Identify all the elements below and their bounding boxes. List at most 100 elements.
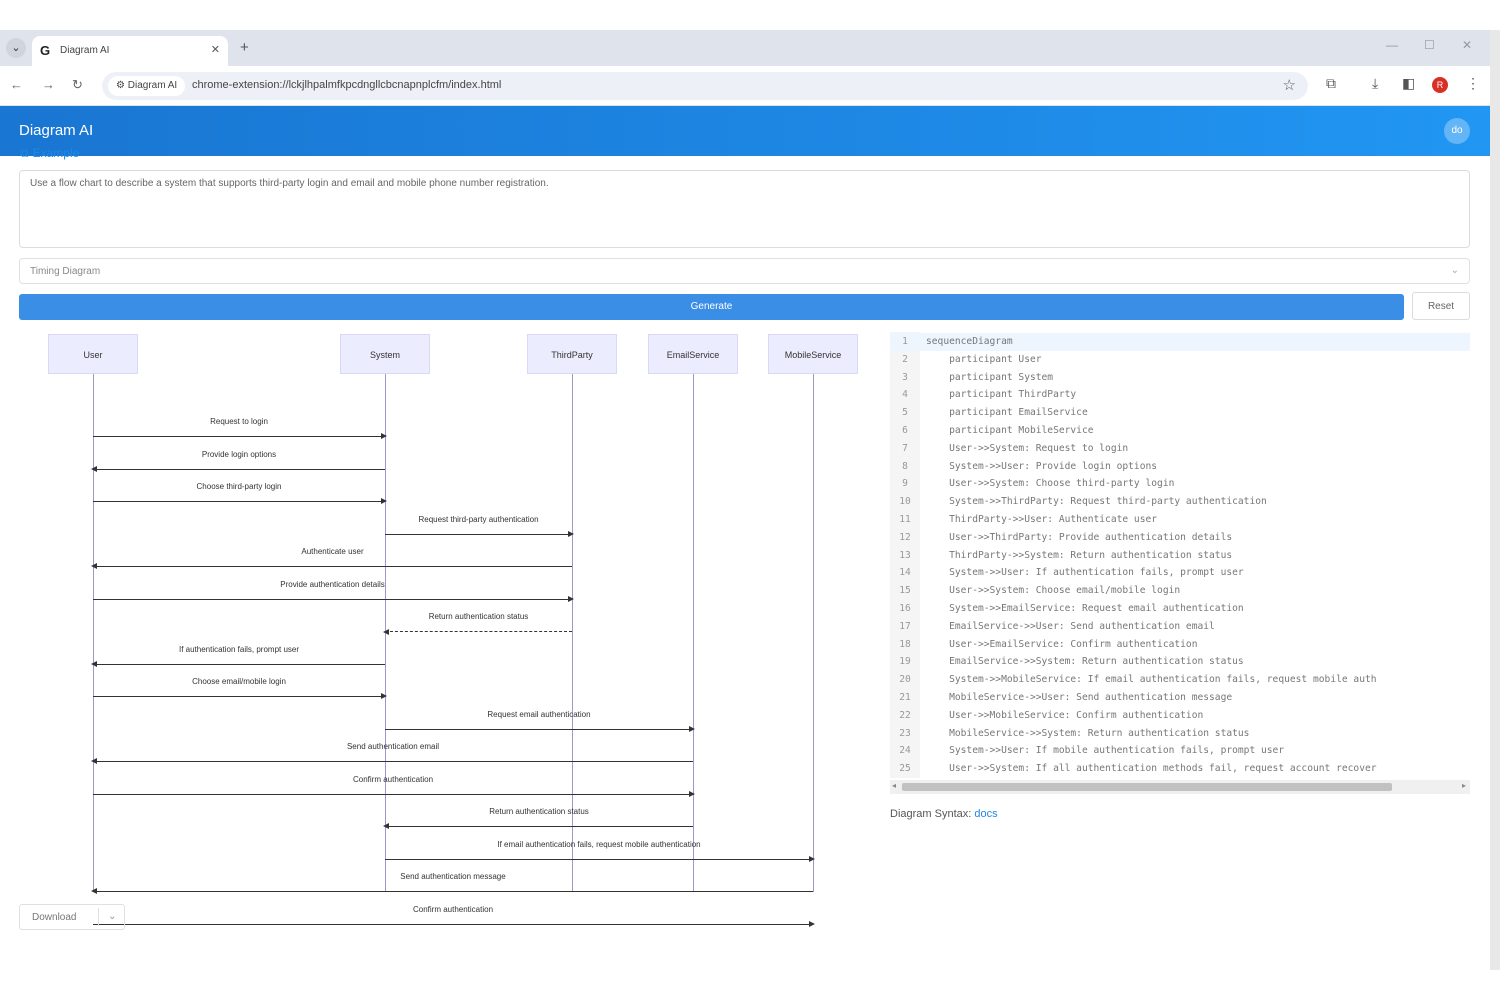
code-text: System->>User: If authentication fails, … [926,567,1244,579]
scrollbar-thumb[interactable] [902,783,1392,791]
code-line[interactable]: 16 System->>EmailService: Request email … [890,600,1470,618]
lifeline [813,374,814,892]
close-tab-icon[interactable]: ✕ [211,43,220,56]
code-line[interactable]: 19 EmailService->>System: Return authent… [890,653,1470,671]
line-number: 19 [899,656,911,668]
message-arrow [93,498,387,504]
tab-search-icon[interactable]: ⌄ [6,38,26,58]
horizontal-scrollbar[interactable]: ◂ ▸ [890,780,1470,794]
reset-button[interactable]: Reset [1412,292,1470,320]
code-line[interactable]: 9 User->>System: Choose third-party logi… [890,475,1470,493]
code-line[interactable]: 7 User->>System: Request to login [890,440,1470,458]
line-number: 7 [902,442,908,454]
code-text: participant EmailService [926,407,1088,419]
message-arrow [93,433,387,439]
message-label: If email authentication fails, request m… [497,839,701,849]
code-line[interactable]: 20 System->>MobileService: If email auth… [890,671,1470,689]
arrowhead [383,629,389,635]
code-line[interactable]: 13 ThirdParty->>System: Return authentic… [890,547,1470,565]
back-icon[interactable]: ← [10,77,23,92]
participant-user: User [48,334,138,374]
code-line[interactable]: 5 participant EmailService [890,404,1470,422]
code-line[interactable]: 23 MobileService->>System: Return authen… [890,725,1470,743]
menu-icon[interactable]: ⋮ [1466,75,1480,92]
code-line[interactable]: 14 System->>User: If authentication fail… [890,564,1470,582]
code-line[interactable]: 24 System->>User: If mobile authenticati… [890,742,1470,760]
code-text: EmailService->>User: Send authentication… [926,620,1215,632]
line-number: 10 [899,496,911,508]
line-number: 13 [899,549,911,561]
code-line[interactable]: 2 participant User [890,351,1470,369]
sidepanel-icon[interactable]: ◧ [1402,75,1415,92]
bookmark-star-icon[interactable]: ☆ [1283,76,1296,94]
chevron-down-icon[interactable]: ⌄ [108,911,116,922]
message-arrow [91,888,813,894]
arrowhead [689,790,695,797]
code-line[interactable]: 3 participant System [890,369,1470,387]
arrowhead [91,758,97,764]
code-line[interactable]: 10 System->>ThirdParty: Request third-pa… [890,493,1470,511]
generate-button[interactable]: Generate [19,294,1404,320]
code-line[interactable]: 11 ThirdParty->>User: Authenticate user [890,511,1470,529]
code-line[interactable]: 6 participant MobileService [890,422,1470,440]
message-label: Return authentication status [428,612,529,621]
prompt-input[interactable]: Use a flow chart to describe a system th… [19,170,1470,248]
extensions-icon[interactable]: ⧉ [1326,75,1336,92]
diagram-type-select[interactable]: Timing Diagram ⌄ [19,258,1470,284]
reload-icon[interactable]: ↻ [72,77,83,93]
scroll-right-icon[interactable]: ▸ [1462,781,1466,790]
code-line[interactable]: 8 System->>User: Provide login options [890,458,1470,476]
example-link[interactable]: ⧉ Example [20,146,79,161]
tab-strip: ⌄ G Diagram AI ✕ + — ☐ ✕ [0,30,1490,66]
code-line[interactable]: 25 User->>System: If all authentication … [890,760,1470,778]
code-text: participant ThirdParty [926,389,1077,401]
line-number: 8 [902,460,908,472]
line-number: 18 [899,638,911,650]
code-line[interactable]: 18 User->>EmailService: Confirm authenti… [890,636,1470,654]
divider [98,908,99,926]
window-edge [1490,30,1500,970]
app-title: Diagram AI [19,122,94,139]
code-text: EmailService->>System: Return authentica… [926,656,1244,668]
diagram-type-value: Timing Diagram [30,266,101,277]
arrowhead [689,725,695,732]
code-line[interactable]: 17 EmailService->>User: Send authenticat… [890,618,1470,636]
code-line[interactable]: 22 User->>MobileService: Confirm authent… [890,707,1470,725]
line-number: 17 [899,620,911,632]
download-button[interactable]: Download ⌄ [19,904,125,930]
omnibox[interactable]: ⚙ Diagram AI chrome-extension://lckjlhpa… [102,72,1308,100]
code-text: ThirdParty->>System: Return authenticati… [926,549,1233,561]
line-number: 9 [902,478,908,490]
code-line[interactable]: 15 User->>System: Choose email/mobile lo… [890,582,1470,600]
message-label: Send authentication message [400,872,506,881]
message-label: Choose third-party login [196,482,282,491]
maximize-icon[interactable]: ☐ [1424,38,1435,52]
docs-link[interactable]: docs [974,808,997,820]
code-line[interactable]: 12 User->>ThirdParty: Provide authentica… [890,529,1470,547]
code-text: User->>ThirdParty: Provide authenticatio… [926,531,1233,543]
new-tab-icon[interactable]: + [240,39,249,56]
site-info-chip[interactable]: ⚙ Diagram AI [108,76,186,96]
minimize-icon[interactable]: — [1386,38,1398,52]
code-line[interactable]: 21 MobileService->>User: Send authentica… [890,689,1470,707]
code-editor[interactable]: 1 sequenceDiagram 2 participant User 3 part… [890,332,1470,796]
download-icon[interactable]: ⤓ [1372,75,1378,92]
message-label: Confirm authentication [352,774,434,784]
url-text[interactable]: chrome-extension://lckjlhpalmfkpcdngllcb… [192,79,501,91]
window-close-icon[interactable]: ✕ [1462,38,1472,52]
scroll-left-icon[interactable]: ◂ [892,781,896,790]
forward-icon[interactable]: → [42,77,55,92]
message-label: Confirm authentication [412,904,494,914]
code-line[interactable]: 1 sequenceDiagram [890,333,1470,351]
code-line[interactable]: 4 participant ThirdParty [890,386,1470,404]
user-avatar[interactable]: do [1444,118,1470,144]
profile-avatar[interactable]: R [1432,77,1448,93]
message-arrow [385,725,695,732]
arrowhead [381,433,387,439]
line-number: 3 [902,371,908,383]
message-arrow [385,530,574,537]
browser-tab[interactable]: G Diagram AI ✕ [32,36,228,66]
message-label: Authenticate user [301,547,364,556]
message-label: Choose email/mobile login [192,677,286,686]
message-arrow [91,758,693,764]
